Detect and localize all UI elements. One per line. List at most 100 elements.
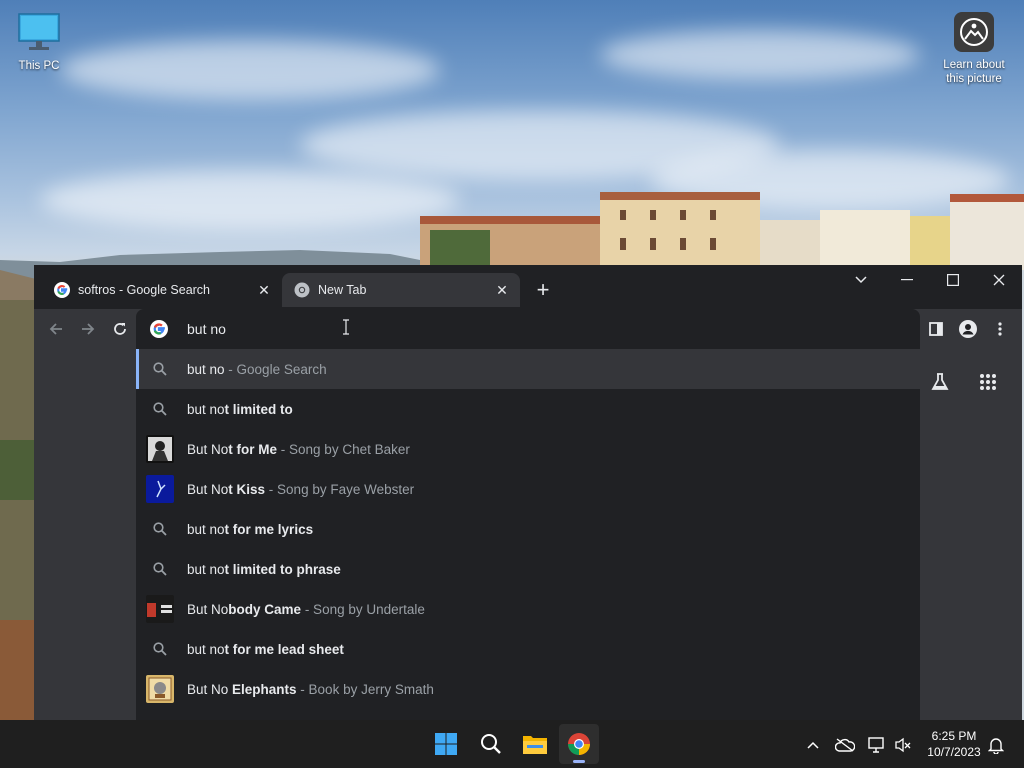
learn-label-line1: Learn about	[943, 59, 1005, 71]
suggestion-text: But Not Kiss - Song by Faye Webster	[187, 482, 414, 497]
search-icon	[153, 642, 167, 656]
omnibox-suggestion[interactable]: but not limited to	[136, 389, 920, 429]
album-thumbnail	[146, 435, 174, 463]
speaker-muted-icon	[895, 737, 911, 753]
tab-new-tab[interactable]: New Tab ✕	[282, 273, 520, 307]
suggestion-completion: Elephants	[232, 681, 297, 697]
minimize-button[interactable]	[884, 265, 930, 295]
suggestion-text: but not for me lyrics	[187, 522, 313, 537]
suggestion-thumbnail	[146, 435, 174, 463]
omnibox-suggestion[interactable]: But Not Kiss - Song by Faye Webster	[136, 469, 920, 509]
omnibox-suggestion[interactable]: but not limited to phrase	[136, 549, 920, 589]
back-button[interactable]	[42, 315, 70, 343]
wallpaper-town	[420, 192, 1024, 270]
omnibox-suggestion[interactable]: but not for me lyrics	[136, 509, 920, 549]
maximize-button[interactable]	[930, 265, 976, 295]
suggestion-thumbnail	[146, 595, 174, 623]
cloud-offline-icon	[835, 738, 855, 752]
search-icon	[153, 362, 167, 376]
suggestion-description: - Song by Chet Baker	[277, 441, 410, 457]
google-apps-button[interactable]	[975, 369, 1001, 395]
search-icon	[153, 562, 167, 576]
learn-about-picture-icon	[954, 12, 994, 52]
show-hidden-icons-button[interactable]	[802, 734, 824, 756]
reload-button[interactable]	[106, 315, 134, 343]
text-cursor-icon	[343, 319, 349, 335]
suggestion-typed-part: but no	[187, 401, 225, 417]
side-panel-button[interactable]	[922, 315, 950, 343]
chevron-up-icon	[807, 741, 819, 749]
suggestion-text: but no - Google Search	[187, 362, 327, 377]
suggestion-icon	[146, 515, 174, 543]
suggestion-completion: t limited to	[224, 401, 293, 417]
profile-button[interactable]	[954, 315, 982, 343]
omnibox-suggestion[interactable]: But Nobody Came - Song by Undertale	[136, 589, 920, 629]
omnibox-suggestion[interactable]: But Not for Me - Song by Chet Baker	[136, 429, 920, 469]
this-pc-shortcut[interactable]: This PC	[4, 12, 74, 73]
chrome-icon	[294, 282, 310, 298]
suggestion-description: - Google Search	[224, 361, 327, 377]
suggestion-completion: body Came	[228, 601, 302, 617]
clock-date: 10/7/2023	[927, 745, 981, 759]
reload-icon	[114, 323, 126, 335]
omnibox-dropdown: but no - Google Searchbut not limited to…	[136, 309, 920, 720]
omnibox-suggestion[interactable]: but not for me lead sheet	[136, 629, 920, 669]
minimize-icon	[901, 279, 913, 281]
tab-softros-google-search[interactable]: softros - Google Search ✕	[42, 273, 282, 307]
network-button[interactable]	[866, 734, 888, 756]
tab-title: New Tab	[318, 283, 367, 297]
suggestion-completion: t for Me	[228, 441, 278, 457]
suggestion-text: but not limited to	[187, 402, 293, 417]
suggestion-icon	[146, 555, 174, 583]
tab-search-chevron-icon[interactable]	[838, 265, 884, 295]
search-icon	[481, 734, 501, 754]
clock-time: 6:25 PM	[931, 729, 977, 743]
monitor-icon	[18, 13, 60, 50]
close-icon	[993, 274, 1005, 286]
search-icon	[153, 402, 167, 416]
maximize-icon	[947, 274, 959, 286]
google-g-icon	[54, 282, 70, 298]
forward-button[interactable]	[74, 315, 102, 343]
suggestion-thumbnail	[146, 475, 174, 503]
tab-close-icon[interactable]: ✕	[492, 280, 512, 300]
onedrive-button[interactable]	[834, 734, 856, 756]
omnibox-input[interactable]	[187, 319, 787, 339]
book-thumbnail	[146, 675, 174, 703]
file-explorer-button[interactable]	[515, 724, 555, 764]
omnibox-suggestion[interactable]: but no - Google Search	[136, 349, 920, 389]
album-thumbnail	[146, 475, 174, 503]
suggestion-typed-part: but no	[187, 361, 225, 377]
start-button[interactable]	[426, 724, 466, 764]
windows-logo-icon	[435, 733, 457, 755]
suggestion-completion: t Kiss	[228, 481, 266, 497]
taskbar: 6:25 PM 10/7/2023	[0, 720, 1024, 768]
suggestion-typed-part: But No	[187, 441, 229, 457]
omnibox-suggestion[interactable]: But No Elephants - Book by Jerry Smath	[136, 669, 920, 709]
arrow-left-icon	[49, 323, 62, 335]
suggestion-text: But Not for Me - Song by Chet Baker	[187, 442, 410, 457]
flask-icon	[931, 373, 949, 390]
suggestion-typed-part: but no	[187, 561, 225, 577]
labs-button[interactable]	[927, 369, 953, 395]
album-thumbnail	[146, 595, 174, 623]
tab-close-icon[interactable]: ✕	[254, 280, 274, 300]
learn-label-line2: this picture	[946, 73, 1002, 85]
chrome-taskbar-button[interactable]	[559, 724, 599, 764]
new-tab-plus-icon[interactable]: +	[530, 277, 556, 303]
learn-about-picture-shortcut[interactable]: Learn about this picture	[939, 10, 1009, 86]
tab-title: softros - Google Search	[78, 283, 211, 297]
notifications-button[interactable]	[985, 734, 1007, 756]
wallpaper-cloud	[60, 40, 440, 100]
volume-button[interactable]	[892, 734, 914, 756]
search-button[interactable]	[471, 724, 511, 764]
side-panel-icon	[929, 322, 943, 336]
close-window-button[interactable]	[976, 265, 1022, 295]
menu-button[interactable]	[986, 315, 1014, 343]
suggestion-icon	[146, 355, 174, 383]
suggestion-text: But Nobody Came - Song by Undertale	[187, 602, 425, 617]
wallpaper-cloud	[600, 30, 920, 80]
suggestion-icon	[146, 395, 174, 423]
suggestion-icon	[146, 635, 174, 663]
taskbar-clock[interactable]: 6:25 PM 10/7/2023	[920, 728, 988, 760]
